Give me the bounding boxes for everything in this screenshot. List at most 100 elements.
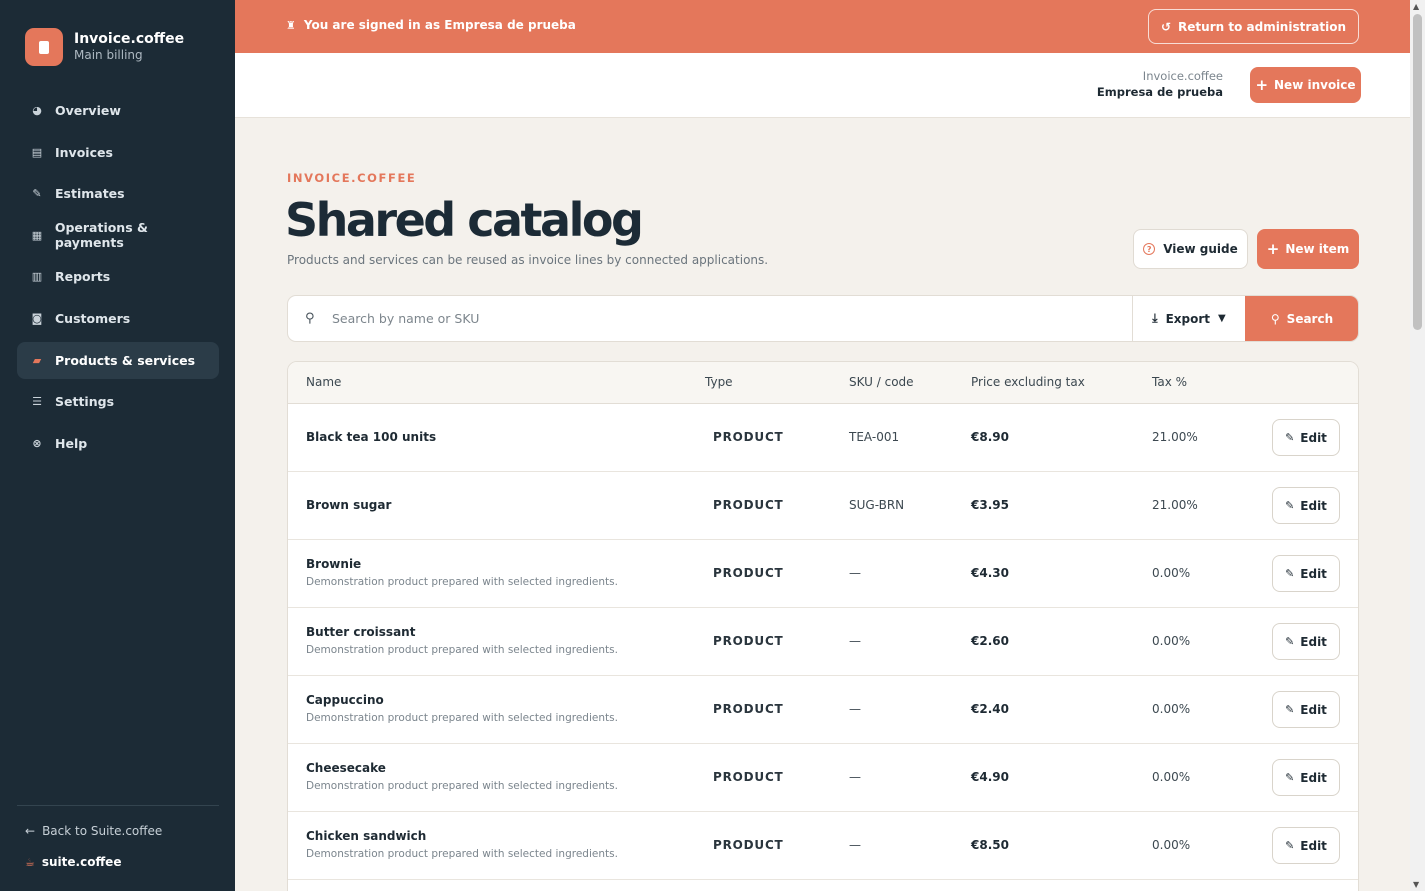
- coffee-cup-icon: ☕: [25, 855, 35, 869]
- page-scrollbar[interactable]: ▲ ▼: [1410, 0, 1425, 891]
- item-description: Demonstration product prepared with sele…: [306, 644, 618, 656]
- edit-button[interactable]: ✎ Edit: [1272, 555, 1340, 592]
- item-name: Butter croissant: [306, 625, 416, 639]
- scroll-down-icon[interactable]: ▼: [1413, 880, 1419, 889]
- item-price: €3.95: [971, 498, 1009, 512]
- new-item-label: New item: [1285, 242, 1350, 256]
- sidebar-item-label: Help: [55, 435, 88, 451]
- sidebar-item-estimates[interactable]: ✎ Estimates: [17, 175, 219, 212]
- edit-button[interactable]: ✎ Edit: [1272, 691, 1340, 728]
- page-title: Shared catalog: [285, 193, 644, 247]
- sidebar-item-settings[interactable]: ☰ Settings: [17, 383, 219, 420]
- sidebar-item-invoices[interactable]: ▤ Invoices: [17, 134, 219, 171]
- item-sku: TEA-001: [849, 430, 900, 444]
- edit-button[interactable]: ✎ Edit: [1272, 827, 1340, 864]
- table-row[interactable]: Chicken sandwich Demonstration product p…: [288, 812, 1358, 880]
- pencil-icon: ✎: [1285, 431, 1295, 444]
- contact-card-icon: ◙: [31, 311, 43, 325]
- item-name-cell: Black tea 100 units: [306, 430, 436, 444]
- view-guide-button[interactable]: ? View guide: [1133, 229, 1248, 269]
- item-sku: SUG-BRN: [849, 498, 905, 512]
- document-icon: ▤: [31, 145, 43, 159]
- brand-logo-icon: [25, 28, 63, 66]
- page-subtitle: Products and services can be reused as i…: [287, 253, 769, 267]
- pencil-icon: ✎: [1285, 839, 1295, 852]
- return-button-label: Return to administration: [1178, 19, 1346, 34]
- item-sku: —: [849, 566, 861, 580]
- item-tax: 0.00%: [1152, 770, 1191, 784]
- bar-chart-icon: ▥: [31, 270, 43, 284]
- table-header: Name Type SKU / code Price excluding tax…: [288, 362, 1358, 404]
- item-description: Demonstration product prepared with sele…: [306, 848, 618, 860]
- table-row[interactable]: Brown sugar PRODUCT SUG-BRN €3.95 21.00%…: [288, 472, 1358, 540]
- user-lock-icon: ♜: [286, 18, 296, 32]
- sidebar-item-label: Customers: [55, 310, 131, 326]
- column-header-tax[interactable]: Tax %: [1152, 375, 1187, 389]
- pencil-icon: ✎: [1285, 567, 1295, 580]
- column-header-name[interactable]: Name: [306, 375, 341, 389]
- question-circle-icon: ?: [1143, 243, 1156, 255]
- item-type: PRODUCT: [713, 838, 784, 852]
- table-row[interactable]: Cheesecake Demonstration product prepare…: [288, 744, 1358, 812]
- back-to-suite-link[interactable]: ← Back to Suite.coffee: [25, 824, 162, 838]
- item-price: €2.40: [971, 702, 1009, 716]
- sidebar-item-label: Estimates: [55, 186, 125, 202]
- scrollbar-thumb[interactable]: [1413, 14, 1422, 330]
- item-tax: 21.00%: [1152, 498, 1198, 512]
- sidebar-item-overview[interactable]: ◕ Overview: [17, 92, 219, 129]
- edit-label: Edit: [1300, 770, 1327, 785]
- brand[interactable]: Invoice.coffee Main billing: [25, 28, 184, 66]
- sidebar-item-customers[interactable]: ◙ Customers: [17, 300, 219, 337]
- pencil-icon: ✎: [1285, 771, 1295, 784]
- table-row[interactable]: Black tea 100 units PRODUCT TEA-001 €8.9…: [288, 404, 1358, 472]
- sidebar-item-help[interactable]: ⊗ Help: [17, 425, 219, 462]
- top-header: Invoice.coffee Empresa de prueba + New i…: [235, 53, 1410, 118]
- table-row[interactable]: Cappuccino Demonstration product prepare…: [288, 676, 1358, 744]
- table-row[interactable]: Brownie Demonstration product prepared w…: [288, 540, 1358, 608]
- sidebar-item-label: Settings: [55, 394, 115, 410]
- column-header-type[interactable]: Type: [705, 375, 733, 389]
- edit-button[interactable]: ✎ Edit: [1272, 487, 1340, 524]
- item-type: PRODUCT: [713, 770, 784, 784]
- item-name: Brown sugar: [306, 498, 392, 512]
- item-tax: 21.00%: [1152, 430, 1198, 444]
- item-price: €8.90: [971, 430, 1009, 444]
- plus-icon: +: [1266, 240, 1280, 258]
- sidebar-item-label: Overview: [55, 103, 121, 118]
- new-item-button[interactable]: + New item: [1257, 229, 1359, 269]
- item-tax: 0.00%: [1152, 838, 1191, 852]
- search-icon: ⚲: [305, 311, 315, 326]
- sidebar-item-products-services[interactable]: ▰ Products & services: [17, 341, 219, 379]
- edit-label: Edit: [1300, 838, 1327, 853]
- sidebar-item-label: Products & services: [55, 352, 196, 368]
- item-type: PRODUCT: [713, 430, 784, 444]
- item-description: Demonstration product prepared with sele…: [306, 712, 618, 724]
- item-type: PRODUCT: [713, 634, 784, 648]
- sidebar-item-reports[interactable]: ▥ Reports: [17, 258, 219, 295]
- column-header-price[interactable]: Price excluding tax: [971, 375, 1085, 389]
- column-header-sku[interactable]: SKU / code: [849, 375, 914, 389]
- new-invoice-button[interactable]: + New invoice: [1250, 67, 1361, 103]
- sidebar-item-label: Invoices: [55, 144, 113, 160]
- search-input[interactable]: [332, 296, 1122, 341]
- item-name: Brownie: [306, 557, 362, 571]
- item-description: Demonstration product prepared with sele…: [306, 576, 618, 588]
- search-button-label: Search: [1286, 311, 1334, 326]
- return-to-administration-button[interactable]: ↺ Return to administration: [1147, 9, 1359, 44]
- item-name: Cappuccino: [306, 693, 384, 707]
- item-description: Demonstration product prepared with sele…: [306, 780, 618, 792]
- item-type: PRODUCT: [713, 566, 784, 580]
- edit-button[interactable]: ✎ Edit: [1272, 419, 1340, 456]
- sidebar-item-operations[interactable]: ▦ Operations & payments: [17, 217, 219, 254]
- undo-icon: ↺: [1160, 19, 1172, 34]
- brand-subtitle: Main billing: [74, 48, 143, 63]
- edit-button[interactable]: ✎ Edit: [1272, 623, 1340, 660]
- back-link-label: Back to Suite.coffee: [42, 824, 163, 838]
- table-row[interactable]: Butter croissant Demonstration product p…: [288, 608, 1358, 676]
- suite-brand[interactable]: ☕ suite.coffee: [25, 855, 121, 869]
- export-dropdown-button[interactable]: ⤓ Export ▼: [1132, 296, 1245, 341]
- search-button[interactable]: ⚲ Search: [1245, 296, 1358, 341]
- scroll-up-icon[interactable]: ▲: [1413, 2, 1419, 11]
- item-name-cell: Brownie Demonstration product prepared w…: [306, 557, 618, 588]
- edit-button[interactable]: ✎ Edit: [1272, 759, 1340, 796]
